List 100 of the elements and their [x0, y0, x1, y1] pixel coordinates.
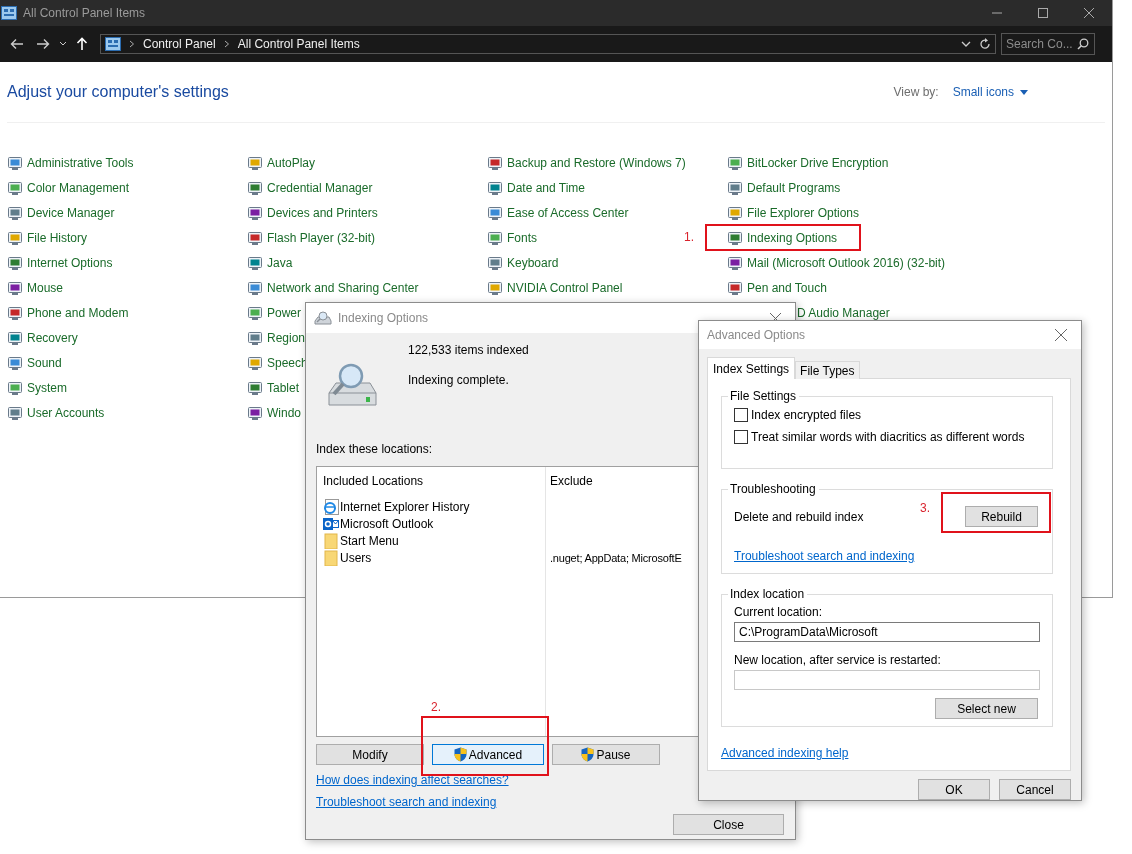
select-new-button[interactable]: Select new	[935, 698, 1038, 719]
applet-link[interactable]: Device Manager	[27, 205, 115, 220]
index-status: Indexing complete.	[408, 373, 510, 387]
applet-link[interactable]: Tablet	[267, 380, 300, 395]
applet-link[interactable]: D Audio Manager	[797, 305, 890, 320]
applet-link[interactable]: Ease of Access Center	[507, 205, 629, 220]
applet-icon	[727, 254, 743, 271]
dialog-button[interactable]: OK	[918, 779, 990, 800]
applet-icon	[247, 254, 263, 271]
breadcrumb[interactable]: All Control Panel Items	[237, 37, 360, 51]
applet-link[interactable]: Network and Sharing Center	[267, 280, 419, 295]
applet-link[interactable]: Mail (Microsoft Outlook 2016) (32-bit)	[747, 255, 946, 270]
dialog-button[interactable]: Pause	[552, 744, 660, 765]
applet-link[interactable]: Phone and Modem	[27, 305, 129, 320]
description-text: Delete and rebuild index	[734, 509, 864, 524]
dropdown-icon[interactable]	[59, 41, 67, 47]
applet-link[interactable]: Fonts	[507, 230, 537, 245]
applet-link[interactable]: Java	[267, 255, 293, 270]
forward-arrow-icon[interactable]	[36, 38, 50, 50]
applet-icon	[487, 179, 503, 196]
applet-icon	[247, 204, 263, 221]
applet-icon	[7, 229, 23, 246]
location-name: Internet Explorer History	[340, 499, 470, 514]
dialog-button[interactable]: Advanced	[432, 744, 544, 765]
applet-link[interactable]: Power	[267, 305, 301, 320]
back-arrow-icon[interactable]	[10, 38, 24, 50]
applet-icon	[487, 279, 503, 296]
location-name: Users	[340, 550, 372, 565]
applet-link[interactable]: System	[27, 380, 67, 395]
applet-link[interactable]: Sound	[27, 355, 62, 370]
folder-icon	[323, 549, 339, 566]
applet-icon	[727, 154, 743, 171]
checkbox[interactable]	[734, 430, 748, 444]
dialog-title: Advanced Options	[707, 328, 806, 342]
applet-link[interactable]: Windo	[267, 405, 301, 420]
applet-icon	[247, 404, 263, 421]
applet-link[interactable]: Recovery	[27, 330, 78, 345]
location-name: Start Menu	[340, 533, 399, 548]
rebuild-button[interactable]: Rebuild	[965, 506, 1038, 527]
new-location-field[interactable]	[734, 670, 1040, 690]
applet-icon	[7, 154, 23, 171]
view-by-dropdown[interactable]: Small icons	[952, 85, 1028, 99]
breadcrumb[interactable]: Control Panel	[143, 37, 216, 51]
applet-link[interactable]: Credential Manager	[267, 180, 373, 195]
applet-link[interactable]: Backup and Restore (Windows 7)	[507, 155, 686, 170]
step-number: 2.	[431, 700, 441, 714]
applet-icon	[7, 404, 23, 421]
applet-link[interactable]: Internet Options	[27, 255, 113, 270]
help-link[interactable]: Troubleshoot search and indexing	[316, 795, 497, 809]
applet-link[interactable]: BitLocker Drive Encryption	[747, 155, 889, 170]
checkbox[interactable]	[734, 408, 748, 422]
troubleshoot-link[interactable]: Troubleshoot search and indexing	[734, 549, 915, 563]
close-icon[interactable]	[1084, 8, 1094, 18]
applet-link[interactable]: NVIDIA Control Panel	[507, 280, 623, 295]
exclude-text: .nuget; AppData; MicrosoftE	[549, 551, 682, 564]
applet-link[interactable]: Devices and Printers	[267, 205, 378, 220]
address-bar[interactable]: Control Panel All Control Panel Items	[100, 34, 996, 54]
applet-link[interactable]: Flash Player (32-bit)	[267, 230, 376, 245]
applet-link[interactable]: AutoPlay	[267, 155, 316, 170]
applet-link[interactable]: Administrative Tools	[27, 155, 134, 170]
applet-link[interactable]: Indexing Options	[747, 230, 838, 245]
applet-link[interactable]: File History	[27, 230, 87, 245]
applet-link[interactable]: Pen and Touch	[747, 280, 827, 295]
applet-link[interactable]: Keyboard	[507, 255, 559, 270]
applet-link[interactable]: Color Management	[27, 180, 130, 195]
applet-icon	[727, 229, 743, 246]
step-number: 3.	[920, 501, 930, 515]
search-field[interactable]: Search Co...	[1001, 33, 1095, 55]
applet-link[interactable]: File Explorer Options	[747, 205, 860, 220]
applet-link[interactable]: Default Programs	[747, 180, 841, 195]
close-icon[interactable]	[1055, 329, 1067, 341]
chevron-icon	[223, 40, 230, 48]
applet-icon	[487, 154, 503, 171]
group-title: File Settings	[728, 389, 800, 403]
tab[interactable]: Index Settings	[707, 357, 796, 379]
dropdown-icon	[1020, 89, 1028, 95]
dropdown-icon[interactable]	[961, 41, 971, 47]
applet-icon	[7, 304, 23, 321]
applet-icon	[247, 379, 263, 396]
column-header: Included Locations	[322, 474, 425, 488]
maximize-icon[interactable]	[1038, 8, 1048, 18]
refresh-icon[interactable]	[979, 38, 991, 50]
field-label: Current location:	[734, 605, 824, 619]
location-field[interactable]: C:\ProgramData\Microsoft	[734, 622, 1040, 642]
applet-link[interactable]: Mouse	[27, 280, 64, 295]
applet-link[interactable]: Date and Time	[507, 180, 586, 195]
applet-link[interactable]: Region	[267, 330, 306, 345]
help-link[interactable]: How does indexing affect searches?	[316, 773, 509, 787]
close-button[interactable]: Close	[673, 814, 784, 835]
window-title: All Control Panel Items	[23, 6, 146, 20]
folder-icon	[323, 532, 339, 549]
checkbox-label: Index encrypted files	[751, 408, 862, 422]
tab[interactable]: File Types	[795, 361, 860, 379]
applet-link[interactable]: User Accounts	[27, 405, 105, 420]
applet-icon	[7, 279, 23, 296]
dialog-button[interactable]: Cancel	[999, 779, 1071, 800]
up-arrow-icon[interactable]	[76, 37, 88, 51]
help-link[interactable]: Advanced indexing help	[721, 746, 849, 760]
step-number: 1.	[684, 230, 694, 244]
dialog-button[interactable]: Modify	[316, 744, 424, 765]
